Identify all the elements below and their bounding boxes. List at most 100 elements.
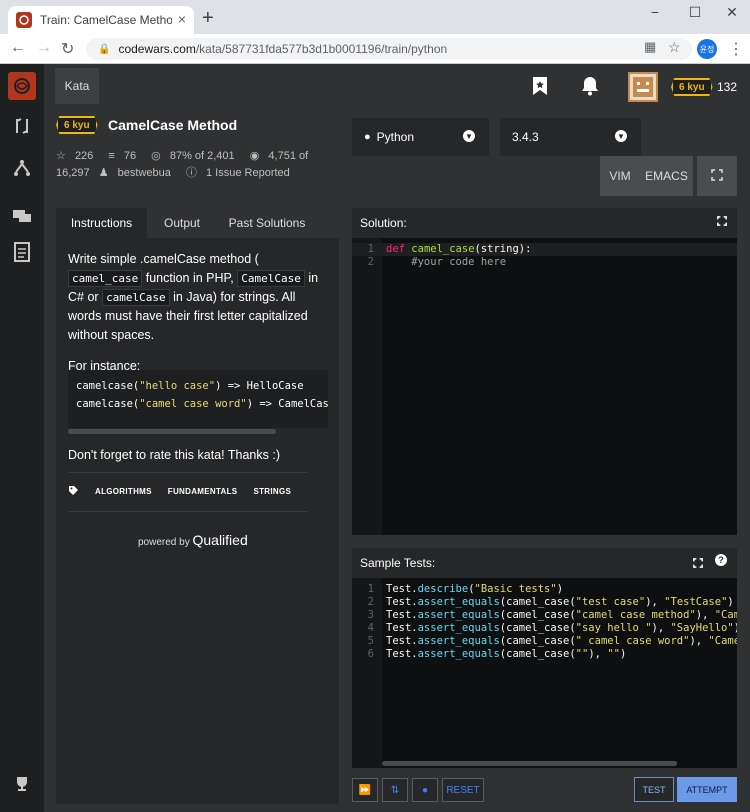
codewars-app: Kata 6 kyu 132 6 kyu CamelCase Method ☆ … bbox=[0, 64, 750, 812]
honor-count: 132 bbox=[717, 80, 738, 94]
swap-icon: ⇅ bbox=[390, 784, 400, 796]
stars-stat[interactable]: ☆ 226 bbox=[56, 150, 99, 162]
chevron-down-icon: ▼ bbox=[463, 130, 475, 142]
back-icon[interactable]: ← bbox=[10, 39, 26, 57]
kata-stats: ☆ 226 ≡ 76 ◎ 87% of 2,401 ◉ 4,751 of 16,… bbox=[56, 148, 346, 182]
bookmark-icon[interactable] bbox=[532, 76, 548, 101]
discussion-icon[interactable] bbox=[10, 204, 34, 228]
address-bar: ← → ↻ 🔒 codewars.com/kata/587731fda577b3… bbox=[0, 34, 750, 64]
code-line: 1 def camel_case(string): bbox=[352, 243, 737, 256]
notifications-bell-icon[interactable] bbox=[581, 76, 599, 101]
side-navigation bbox=[0, 64, 44, 812]
python-icon: ● bbox=[364, 131, 371, 143]
issues-stat[interactable]: ⓘ 1 Issue Reported bbox=[186, 167, 296, 179]
test-button[interactable]: TEST bbox=[634, 777, 674, 802]
tag-algorithms[interactable]: ALGORITHMS bbox=[95, 487, 152, 496]
code-line: 5 Test.assert_equals(camel_case(" camel c… bbox=[367, 635, 737, 647]
kata-title: CamelCase Method bbox=[108, 117, 238, 133]
tab-output[interactable]: Output bbox=[147, 208, 217, 238]
solution-title: Solution: bbox=[360, 216, 407, 230]
completed-stat: ◉ 4,751 of bbox=[249, 150, 309, 162]
left-panel-tabs: Instructions Output Past Solutions bbox=[56, 208, 339, 238]
attempt-button[interactable]: ATTEMPT bbox=[677, 777, 737, 802]
star-icon: ☆ bbox=[56, 150, 66, 162]
description-text: Write simple .camelCase method ( camel_c… bbox=[68, 250, 330, 376]
layers-icon: ≡ bbox=[108, 150, 115, 162]
kata-practice-icon[interactable] bbox=[10, 114, 34, 138]
codewars-logo-icon[interactable] bbox=[8, 72, 36, 100]
reload-icon[interactable]: ↻ bbox=[61, 39, 74, 59]
reset-button[interactable]: RESET bbox=[442, 778, 484, 802]
top-bar: Kata 6 kyu 132 bbox=[44, 64, 750, 109]
user-rank-badge: 6 kyu bbox=[671, 78, 713, 96]
inline-code: camelCase bbox=[102, 289, 170, 306]
inline-code: camel_case bbox=[68, 270, 143, 287]
tag-strings[interactable]: STRINGS bbox=[253, 487, 291, 496]
tab-close-icon[interactable]: × bbox=[178, 11, 186, 27]
url-path: /kata/587731fda577b3d1b0001196/train/pyt… bbox=[195, 42, 448, 56]
trophy-icon[interactable] bbox=[10, 772, 34, 796]
tag-icon bbox=[68, 485, 79, 498]
code-line: 6 Test.assert_equals(camel_case(""), "") bbox=[367, 648, 627, 660]
info-icon: ⓘ bbox=[185, 167, 197, 179]
minimize-button[interactable]: − bbox=[640, 4, 670, 20]
powered-by-qualified[interactable]: powered by Qualified bbox=[138, 532, 248, 548]
example-code-block: camelcase("hello case") => HelloCase cam… bbox=[68, 370, 328, 428]
chat-icon: ● bbox=[421, 784, 429, 796]
translate-icon[interactable]: ▦ bbox=[644, 39, 656, 55]
url-domain: codewars.com bbox=[118, 42, 196, 56]
qualified-logo: Qualified bbox=[192, 532, 248, 548]
fork-icon[interactable] bbox=[10, 156, 34, 180]
unlock-solutions-button[interactable]: ⇅ bbox=[382, 778, 408, 802]
kata-nav-tab[interactable]: Kata bbox=[55, 68, 99, 104]
fast-forward-icon: ⏩ bbox=[358, 784, 372, 796]
author-stat[interactable]: ♟ bestwebua bbox=[99, 167, 177, 179]
target-icon: ◉ bbox=[249, 150, 260, 162]
tab-instructions[interactable]: Instructions bbox=[56, 208, 147, 238]
solution-editor[interactable]: 1 def camel_case(string): 2 #your code he… bbox=[352, 238, 737, 535]
code-line: 1 Test.describe("Basic tests") bbox=[367, 583, 564, 595]
fullscreen-button[interactable] bbox=[697, 156, 737, 196]
vim-mode-button[interactable]: VIM bbox=[600, 156, 640, 196]
window-close-button[interactable]: ✕ bbox=[717, 4, 747, 21]
tag-fundamentals[interactable]: FUNDAMENTALS bbox=[168, 487, 238, 496]
fullscreen-icon bbox=[711, 168, 723, 184]
rate-message: Don't forget to rate this kata! Thanks :… bbox=[68, 448, 280, 462]
docs-icon[interactable] bbox=[10, 240, 34, 264]
divider bbox=[68, 511, 308, 512]
version-select[interactable]: 3.4.3 ▼ bbox=[500, 118, 641, 156]
url-field[interactable]: 🔒 codewars.com/kata/587731fda577b3d1b000… bbox=[86, 38, 692, 60]
tests-horizontal-scrollbar[interactable] bbox=[382, 761, 677, 766]
expand-icon[interactable] bbox=[693, 558, 703, 571]
sample-tests-editor[interactable]: 1 Test.describe("Basic tests") 2 Test.asse… bbox=[352, 578, 737, 768]
skip-button[interactable]: ⏩ bbox=[352, 778, 378, 802]
instructions-panel: Instructions Output Past Solutions Write… bbox=[56, 208, 339, 804]
profile-avatar[interactable]: 윤정 bbox=[697, 39, 717, 59]
sample-tests-header: Sample Tests: ? bbox=[352, 548, 737, 578]
tab-title: Train: CamelCase Method | Codewars bbox=[40, 13, 172, 27]
forward-icon[interactable]: → bbox=[36, 39, 52, 57]
language-select[interactable]: ● Python ▼ bbox=[352, 118, 489, 156]
help-icon[interactable]: ? bbox=[715, 554, 727, 566]
code-horizontal-scrollbar[interactable] bbox=[68, 428, 330, 434]
discuss-button[interactable]: ● bbox=[412, 778, 438, 802]
expand-icon[interactable] bbox=[717, 216, 727, 229]
collections-stat[interactable]: ≡ 76 bbox=[108, 150, 142, 162]
kata-rank-badge: 6 kyu bbox=[56, 116, 98, 134]
code-line: 3 Test.assert_equals(camel_case("camel ca… bbox=[367, 609, 737, 621]
inline-code: CamelCase bbox=[237, 270, 305, 287]
tags-list: ALGORITHMS FUNDAMENTALS STRINGS bbox=[68, 485, 291, 498]
tab-past-solutions[interactable]: Past Solutions bbox=[217, 208, 317, 238]
menu-kebab-icon[interactable]: ⋮ bbox=[728, 39, 744, 59]
browser-tab[interactable]: Train: CamelCase Method | Codewars × bbox=[8, 6, 194, 34]
user-icon: ♟ bbox=[98, 167, 109, 179]
version-selected: 3.4.3 bbox=[512, 130, 539, 144]
maximize-button[interactable]: ☐ bbox=[680, 4, 710, 21]
new-tab-button[interactable]: + bbox=[202, 8, 214, 28]
user-avatar[interactable] bbox=[628, 72, 658, 102]
emacs-mode-button[interactable]: EMACS bbox=[640, 156, 693, 196]
codewars-favicon-icon bbox=[16, 12, 32, 28]
lock-icon: 🔒 bbox=[98, 43, 111, 55]
code-line: 2 #your code here bbox=[367, 256, 507, 268]
bookmark-star-icon[interactable]: ☆ bbox=[668, 39, 681, 56]
